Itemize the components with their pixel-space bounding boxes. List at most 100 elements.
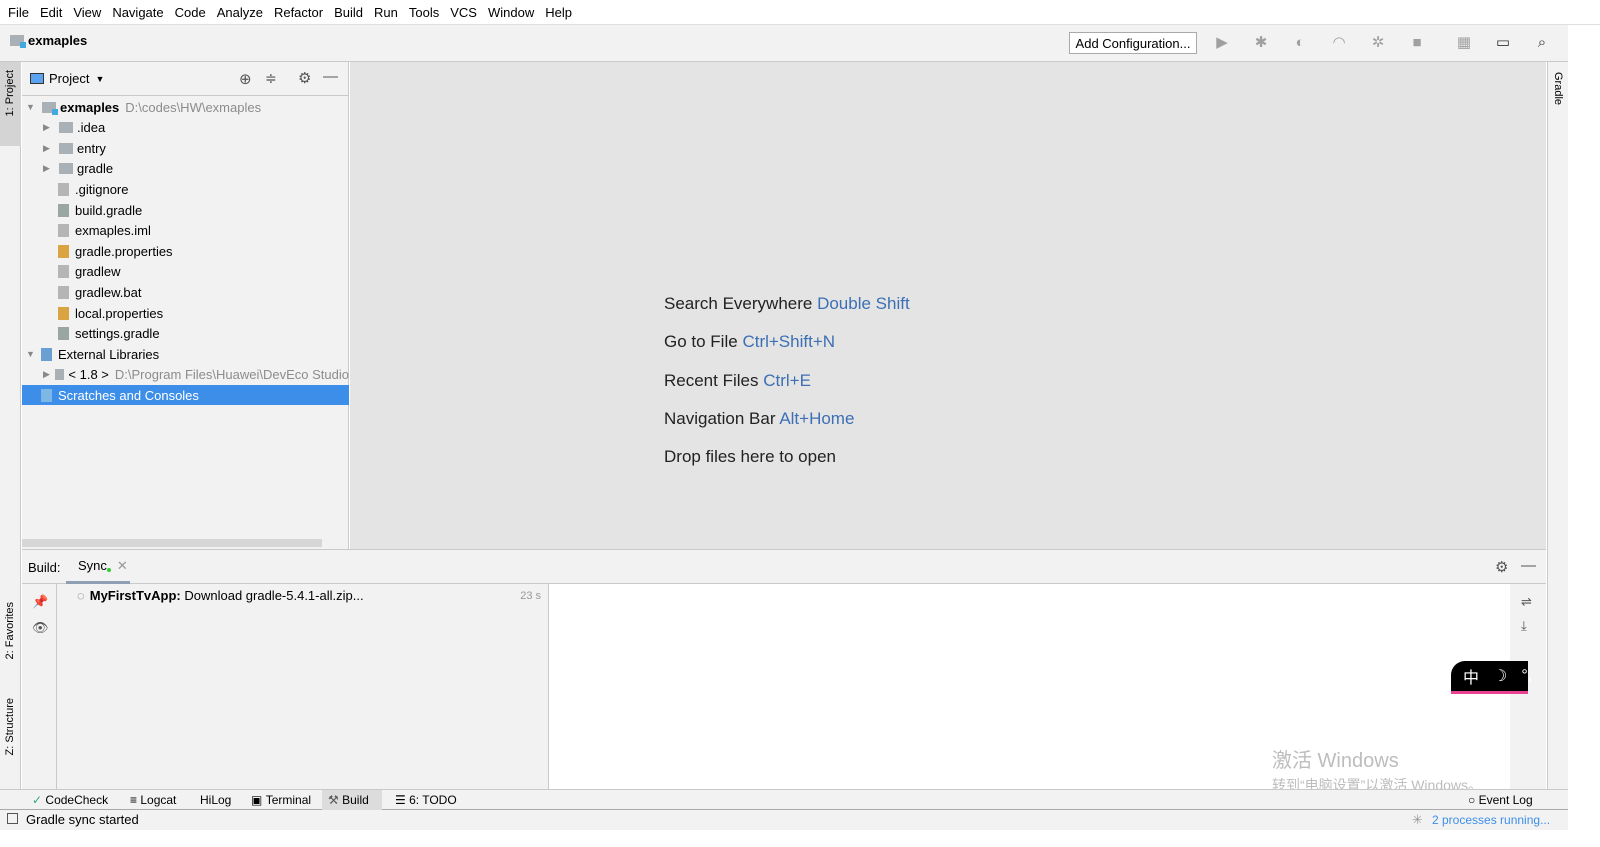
gear-icon[interactable]: ⚙: [1495, 558, 1508, 576]
menu-navigate[interactable]: Navigate: [108, 5, 167, 20]
attach-debugger-icon[interactable]: ✲: [1369, 34, 1387, 52]
collapsed-arrow-icon[interactable]: ▶: [43, 369, 53, 380]
folder-icon: [54, 369, 65, 381]
stripe-structure-button[interactable]: Z: Structure: [4, 698, 16, 755]
build-task-row[interactable]: ◌ MyFirstTvApp: Download gradle-5.4.1-al…: [77, 588, 547, 603]
tree-item[interactable]: ▼ exmaples D:\codes\HW\exmaples: [22, 97, 349, 117]
menu-build[interactable]: Build: [330, 5, 367, 20]
ime-indicator[interactable]: 中 ☽ °,: [1451, 661, 1532, 694]
close-icon[interactable]: ✕: [117, 558, 128, 574]
collapsed-arrow-icon[interactable]: ▶: [43, 163, 57, 174]
tree-item-label: .gitignore: [75, 181, 129, 197]
tree-item[interactable]: ▶ entry: [22, 138, 349, 158]
hide-icon[interactable]: —: [323, 68, 338, 85]
tab-sync[interactable]: Sync ✕: [66, 550, 130, 584]
tree-item[interactable]: .gitignore: [22, 179, 349, 199]
build-tree: ◌ MyFirstTvApp: Download gradle-5.4.1-al…: [57, 584, 549, 790]
eye-icon[interactable]: 👁: [32, 620, 49, 636]
locate-icon[interactable]: ⊕: [239, 70, 252, 88]
tree-item[interactable]: ▶ gradle: [22, 159, 349, 179]
tree-item[interactable]: exmaples.iml: [22, 221, 349, 241]
navigation-project[interactable]: exmaples: [10, 33, 87, 48]
menu-bar: File Edit View Navigate Code Analyze Refactor B…: [0, 0, 1600, 25]
tree-item[interactable]: ▼ External Libraries: [22, 344, 349, 364]
menu-view[interactable]: View: [69, 5, 105, 20]
tree-item[interactable]: build.gradle: [22, 200, 349, 220]
tab-terminal[interactable]: ▣ Terminal: [245, 790, 317, 810]
editor-hint: Recent Files Ctrl+E: [664, 371, 811, 391]
watermark-title: 激活 Windows: [1272, 750, 1399, 772]
status-bar: Gradle sync started ✳ 2 processes runnin…: [0, 810, 1568, 830]
file-icon: [58, 285, 69, 299]
expanded-arrow-icon[interactable]: ▼: [26, 349, 40, 359]
collapsed-arrow-icon[interactable]: ▶: [43, 143, 57, 154]
ime-mode: ☽: [1493, 668, 1508, 685]
menu-tools[interactable]: Tools: [405, 5, 443, 20]
gradle-icon: [58, 203, 69, 217]
menu-file[interactable]: File: [4, 5, 33, 20]
tree-item[interactable]: Scratches and Consoles: [22, 385, 349, 406]
tab-codecheck[interactable]: ✓ CodeCheck: [26, 790, 114, 810]
tree-item[interactable]: ▶ < 1.8 > D:\Program Files\Huawei\DevEco S…: [22, 365, 349, 385]
menu-vcs[interactable]: VCS: [446, 5, 481, 20]
menu-analyze[interactable]: Analyze: [213, 5, 267, 20]
gear-icon[interactable]: ⚙: [298, 69, 311, 87]
menu-run[interactable]: Run: [370, 5, 402, 20]
profile-icon[interactable]: ◠: [1330, 34, 1348, 52]
gradle-icon: [58, 327, 69, 341]
scroll-to-end-icon[interactable]: ⤓: [1521, 618, 1527, 634]
tree-item[interactable]: gradlew: [22, 262, 349, 282]
tab-logcat[interactable]: ≡ Logcat: [124, 790, 182, 810]
menu-edit[interactable]: Edit: [36, 5, 66, 20]
search-icon[interactable]: ⌕: [1533, 34, 1551, 52]
add-configuration-button[interactable]: Add Configuration...: [1069, 32, 1197, 54]
stripe-gradle-button[interactable]: Gradle: [1552, 72, 1564, 105]
properties-icon: [58, 244, 69, 258]
horizontal-scrollbar[interactable]: [22, 539, 322, 547]
stripe-favorites-button[interactable]: 2: Favorites: [4, 602, 16, 659]
menu-window[interactable]: Window: [484, 5, 538, 20]
tree-item-label: gradle.properties: [75, 243, 173, 259]
hammer-icon: ⚒: [328, 793, 339, 807]
hide-icon[interactable]: —: [1521, 557, 1536, 574]
project-structure-icon[interactable]: ▦: [1455, 34, 1473, 52]
tree-item[interactable]: gradlew.bat: [22, 282, 349, 302]
tab-build[interactable]: ⚒ Build: [322, 790, 382, 810]
coverage-icon[interactable]: ◐: [1291, 34, 1309, 52]
tree-item[interactable]: ▶ .idea: [22, 118, 349, 138]
stop-icon[interactable]: ■: [1408, 34, 1426, 52]
build-side-toolbar: 📌 👁: [22, 584, 57, 790]
tree-item-label: External Libraries: [58, 346, 160, 362]
build-header: Build: Sync ✕ ⚙ —: [22, 550, 1546, 584]
project-view-selector[interactable]: Project: [49, 71, 89, 86]
tree-item[interactable]: local.properties: [22, 303, 349, 323]
collapsed-arrow-icon[interactable]: ▶: [43, 122, 57, 133]
menu-help[interactable]: Help: [541, 5, 576, 20]
background-processes-link[interactable]: 2 processes running...: [1432, 813, 1550, 827]
collapse-all-icon[interactable]: ≑: [265, 70, 277, 87]
chevron-down-icon[interactable]: ▼: [95, 74, 104, 84]
terminal-icon[interactable]: ▭: [1494, 34, 1512, 52]
pin-icon[interactable]: 📌: [32, 594, 48, 610]
menu-refactor[interactable]: Refactor: [270, 5, 327, 20]
expanded-arrow-icon[interactable]: ▼: [26, 102, 40, 112]
tree-item-label: < 1.8 >: [68, 367, 109, 383]
debug-icon[interactable]: ✱: [1252, 34, 1270, 52]
tree-item[interactable]: settings.gradle: [22, 324, 349, 344]
todo-icon: ☰: [395, 793, 406, 807]
tree-item-label: gradlew.bat: [75, 284, 142, 300]
run-icon[interactable]: ▶: [1213, 34, 1231, 52]
tab-label: CodeCheck: [45, 793, 109, 807]
tab-hilog[interactable]: HiLog: [194, 790, 237, 810]
event-log-button[interactable]: ○ Event Log: [1462, 790, 1539, 810]
stripe-project-button[interactable]: 1: Project: [0, 62, 21, 146]
tab-todo[interactable]: ☰ 6: TODO: [389, 790, 463, 810]
spinner-icon: ◌: [77, 588, 85, 603]
tool-windows-icon[interactable]: [7, 813, 18, 824]
tab-label: Logcat: [140, 793, 177, 807]
tree-item[interactable]: gradle.properties: [22, 241, 349, 261]
menu-code[interactable]: Code: [171, 5, 210, 20]
soft-wrap-icon[interactable]: ⇌: [1521, 594, 1532, 610]
editor-empty-area[interactable]: Search Everywhere Double Shift Go to File…: [350, 62, 1546, 549]
project-panel: Project ▼ ⊕ ≑ ⚙ — ▼ exmaples D:\codes\HW\e…: [22, 62, 349, 549]
